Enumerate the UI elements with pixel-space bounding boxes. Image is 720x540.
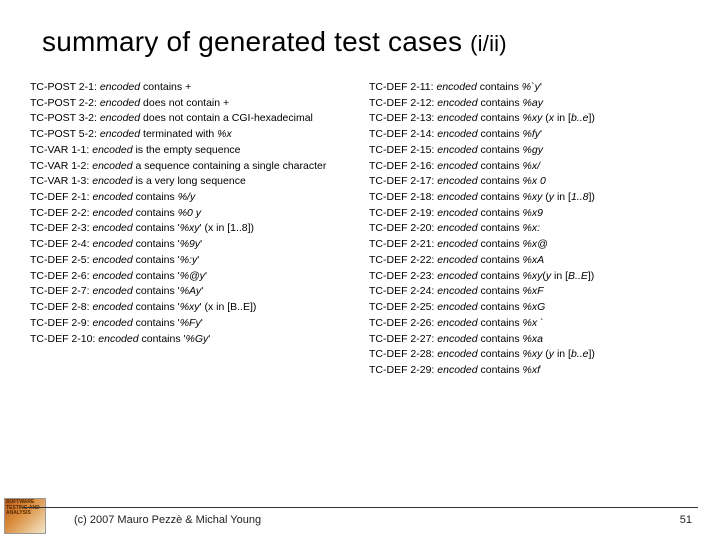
test-case-line: TC-DEF 2-15: encoded contains %gy: [369, 143, 690, 158]
test-case-line: TC-DEF 2-13: encoded contains %xy (x in …: [369, 111, 690, 126]
test-case-line: TC-DEF 2-5: encoded contains '%:y': [30, 253, 351, 268]
test-case-line: TC-DEF 2-18: encoded contains %xy (y in …: [369, 190, 690, 205]
test-case-line: TC-POST 5-2: encoded terminated with %x: [30, 127, 351, 142]
test-case-line: TC-VAR 1-2: encoded a sequence containin…: [30, 159, 351, 174]
test-case-line: TC-DEF 2-10: encoded contains '%Gy': [30, 332, 351, 347]
test-case-line: TC-DEF 2-8: encoded contains '%xy' (x in…: [30, 300, 351, 315]
test-case-line: TC-DEF 2-20: encoded contains %x:: [369, 221, 690, 236]
copyright-text: (c) 2007 Mauro Pezzè & Michal Young: [74, 514, 261, 526]
test-case-line: TC-VAR 1-3: encoded is a very long seque…: [30, 174, 351, 189]
test-case-line: TC-VAR 1-1: encoded is the empty sequenc…: [30, 143, 351, 158]
test-case-line: TC-POST 3-2: encoded does not contain a …: [30, 111, 351, 126]
test-case-line: TC-DEF 2-2: encoded contains %0 y: [30, 206, 351, 221]
test-case-line: TC-DEF 2-27: encoded contains %xa: [369, 332, 690, 347]
title-main: summary of generated test cases: [42, 26, 462, 57]
test-case-line: TC-DEF 2-19: encoded contains %x9: [369, 206, 690, 221]
page-number: 51: [680, 514, 692, 526]
test-case-line: TC-DEF 2-21: encoded contains %x@: [369, 237, 690, 252]
test-case-line: TC-DEF 2-25: encoded contains %xG: [369, 300, 690, 315]
left-column: TC-POST 2-1: encoded contains +TC-POST 2…: [30, 80, 351, 379]
slide-title: summary of generated test cases (i/ii): [42, 26, 690, 58]
test-case-line: TC-DEF 2-24: encoded contains %xF: [369, 284, 690, 299]
content-columns: TC-POST 2-1: encoded contains +TC-POST 2…: [30, 80, 690, 379]
test-case-line: TC-DEF 2-1: encoded contains %/y: [30, 190, 351, 205]
test-case-line: TC-DEF 2-16: encoded contains %x/: [369, 159, 690, 174]
title-sub: (i/ii): [470, 31, 507, 56]
test-case-line: TC-DEF 2-9: encoded contains '%Fy': [30, 316, 351, 331]
test-case-line: TC-DEF 2-17: encoded contains %x 0: [369, 174, 690, 189]
test-case-line: TC-DEF 2-26: encoded contains %x `: [369, 316, 690, 331]
test-case-line: TC-POST 2-2: encoded does not contain +: [30, 96, 351, 111]
test-case-line: TC-DEF 2-11: encoded contains %`y': [369, 80, 690, 95]
test-case-line: TC-POST 2-1: encoded contains +: [30, 80, 351, 95]
test-case-line: TC-DEF 2-3: encoded contains '%xy' (x in…: [30, 221, 351, 236]
right-column: TC-DEF 2-11: encoded contains %`y'TC-DEF…: [369, 80, 690, 379]
test-case-line: TC-DEF 2-28: encoded contains %xy (y in …: [369, 347, 690, 362]
test-case-line: TC-DEF 2-14: encoded contains %fy': [369, 127, 690, 142]
footer-bar: (c) 2007 Mauro Pezzè & Michal Young 51: [22, 507, 698, 526]
test-case-line: TC-DEF 2-6: encoded contains '%@y': [30, 269, 351, 284]
test-case-line: TC-DEF 2-29: encoded contains %xf: [369, 363, 690, 378]
test-case-line: TC-DEF 2-23: encoded contains %xy(y in […: [369, 269, 690, 284]
test-case-line: TC-DEF 2-7: encoded contains '%Ay': [30, 284, 351, 299]
test-case-line: TC-DEF 2-12: encoded contains %ay: [369, 96, 690, 111]
test-case-line: TC-DEF 2-22: encoded contains %xA: [369, 253, 690, 268]
test-case-line: TC-DEF 2-4: encoded contains '%9y': [30, 237, 351, 252]
